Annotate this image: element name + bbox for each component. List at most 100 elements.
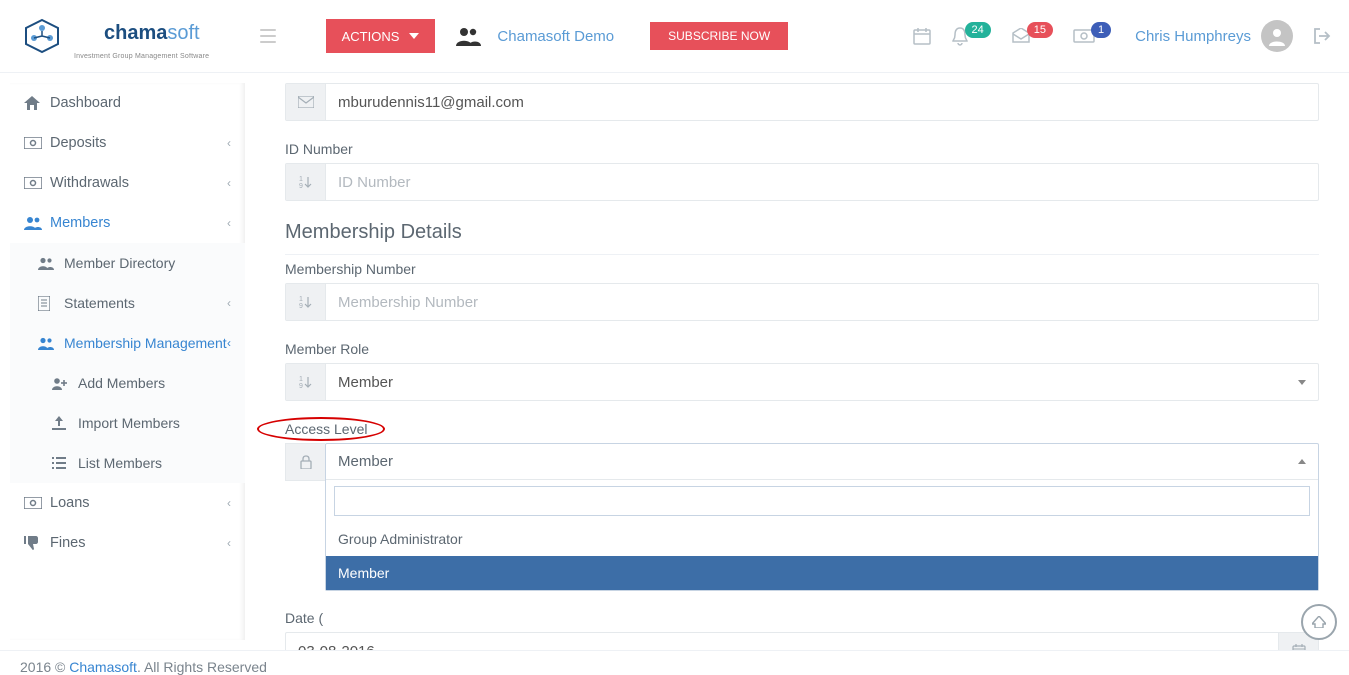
money-icon[interactable]: 1 — [1073, 28, 1111, 44]
id-group: ID Number 19 — [285, 141, 1319, 201]
sidebar-item-deposits[interactable]: Deposits ‹ — [10, 123, 245, 163]
sort-numeric-icon: 19 — [286, 364, 326, 400]
users-icon — [24, 216, 50, 230]
document-icon — [38, 296, 64, 311]
date-input-wrap — [285, 632, 1319, 650]
chevron-left-icon: ‹ — [227, 296, 231, 310]
footer: 2016 © Chamasoft. All Rights Reserved — [0, 650, 1349, 675]
sidebar-item-add-members[interactable]: Add Members — [10, 363, 245, 403]
home-icon — [24, 96, 50, 110]
sidebar-item-label: Statements — [64, 295, 135, 311]
email-group — [285, 83, 1319, 121]
chevron-left-icon: ‹ — [227, 536, 231, 550]
envelope-icon[interactable]: 15 — [1011, 28, 1053, 44]
access-level-group: Access Level Member Group Administra — [285, 421, 1319, 591]
member-role-value: Member — [338, 374, 393, 391]
membership-number-label: Membership Number — [285, 261, 1319, 277]
svg-text:1: 1 — [299, 176, 303, 183]
date-input[interactable] — [286, 633, 1278, 650]
caret-up-icon — [1298, 459, 1306, 464]
access-level-label: Access Level — [285, 421, 1319, 437]
subscribe-button[interactable]: SUBSCRIBE NOW — [650, 22, 788, 50]
bell-icon[interactable]: 24 — [951, 26, 991, 46]
sidebar-item-label: Import Members — [78, 415, 180, 431]
sidebar-item-list-members[interactable]: List Members — [10, 443, 245, 483]
footer-brand-link[interactable]: Chamasoft — [69, 659, 137, 675]
users-icon[interactable] — [455, 26, 481, 46]
member-role-group: Member Role 19 Member — [285, 341, 1319, 401]
logo[interactable]: chamasoft Investment Group Management So… — [18, 13, 230, 60]
thumbs-down-icon — [24, 536, 50, 550]
chevron-left-icon: ‹ — [227, 496, 231, 510]
user-plus-icon — [52, 377, 78, 390]
logo-text-soft: soft — [167, 22, 199, 44]
svg-text:9: 9 — [299, 183, 303, 189]
upload-icon — [52, 416, 78, 430]
money-icon — [24, 137, 50, 149]
sidebar-item-member-directory[interactable]: Member Directory — [10, 243, 245, 283]
membership-number-group: Membership Number 19 — [285, 261, 1319, 321]
header: chamasoft Investment Group Management So… — [0, 0, 1349, 73]
date-group: Date ( — [285, 610, 1319, 650]
access-level-selected[interactable]: Member — [326, 444, 1318, 480]
svg-text:9: 9 — [299, 383, 303, 389]
actions-button[interactable]: ACTIONS — [326, 19, 436, 53]
actions-button-label: ACTIONS — [342, 29, 400, 44]
sidebar-item-label: Deposits — [50, 135, 106, 151]
calendar-icon[interactable] — [913, 27, 931, 45]
sidebar: Dashboard Deposits ‹ Withdrawals ‹ Membe… — [0, 73, 255, 650]
chevron-left-icon: ‹ — [227, 136, 231, 150]
menu-toggle-icon[interactable] — [250, 18, 286, 54]
membership-number-input[interactable] — [326, 284, 1318, 320]
sidebar-item-membership-management[interactable]: Membership Management ‹ — [10, 323, 245, 363]
date-label: Date ( — [285, 610, 1319, 626]
money-badge: 1 — [1091, 22, 1111, 38]
sidebar-item-label: Member Directory — [64, 255, 175, 271]
group-name-link[interactable]: Chamasoft Demo — [497, 28, 614, 45]
email-input[interactable] — [326, 84, 1318, 120]
member-role-select[interactable]: 19 Member — [285, 363, 1319, 401]
envelope-icon — [286, 84, 326, 120]
sort-numeric-icon: 19 — [286, 164, 326, 200]
access-level-option-group-admin[interactable]: Group Administrator — [326, 522, 1318, 556]
sidebar-item-label: Membership Management — [64, 335, 227, 351]
scroll-to-top-button[interactable] — [1301, 604, 1337, 640]
chevron-down-icon — [409, 33, 419, 39]
sidebar-item-label: Add Members — [78, 375, 165, 391]
sidebar-item-label: Loans — [50, 495, 90, 511]
sidebar-item-members[interactable]: Members ‹ — [10, 203, 245, 243]
chevron-left-icon: ‹ — [227, 216, 231, 230]
caret-down-icon — [1298, 380, 1306, 385]
sidebar-item-loans[interactable]: Loans ‹ — [10, 483, 245, 523]
bell-badge: 24 — [965, 22, 991, 38]
username-label: Chris Humphreys — [1135, 28, 1251, 45]
sidebar-item-fines[interactable]: Fines ‹ — [10, 523, 245, 563]
logout-icon[interactable] — [1313, 27, 1331, 45]
footer-rest: . All Rights Reserved — [137, 659, 267, 675]
sidebar-item-label: Withdrawals — [50, 175, 129, 191]
sidebar-item-dashboard[interactable]: Dashboard — [10, 83, 245, 123]
access-level-select-open[interactable]: Member Group Administrator Member — [325, 443, 1319, 591]
envelope-badge: 15 — [1027, 22, 1053, 38]
access-level-option-member[interactable]: Member — [326, 556, 1318, 590]
id-input[interactable] — [326, 164, 1318, 200]
money-icon — [24, 497, 50, 509]
membership-number-wrap: 19 — [285, 283, 1319, 321]
sidebar-item-withdrawals[interactable]: Withdrawals ‹ — [10, 163, 245, 203]
svg-text:9: 9 — [299, 303, 303, 309]
avatar — [1261, 20, 1293, 52]
sidebar-item-label: Members — [50, 215, 110, 231]
access-level-search-wrap — [326, 480, 1318, 522]
access-level-search-input[interactable] — [334, 486, 1310, 516]
users-icon — [38, 257, 64, 270]
user-menu[interactable]: Chris Humphreys — [1135, 20, 1293, 52]
access-level-value: Member — [338, 453, 393, 470]
id-input-wrap: 19 — [285, 163, 1319, 201]
svg-text:1: 1 — [299, 296, 303, 303]
sidebar-item-statements[interactable]: Statements ‹ — [10, 283, 245, 323]
member-role-label: Member Role — [285, 341, 1319, 357]
lock-icon — [285, 443, 325, 481]
logo-text: chamasoft Investment Group Management So… — [74, 13, 230, 60]
chevron-left-icon: ‹ — [227, 336, 231, 350]
sidebar-item-import-members[interactable]: Import Members — [10, 403, 245, 443]
